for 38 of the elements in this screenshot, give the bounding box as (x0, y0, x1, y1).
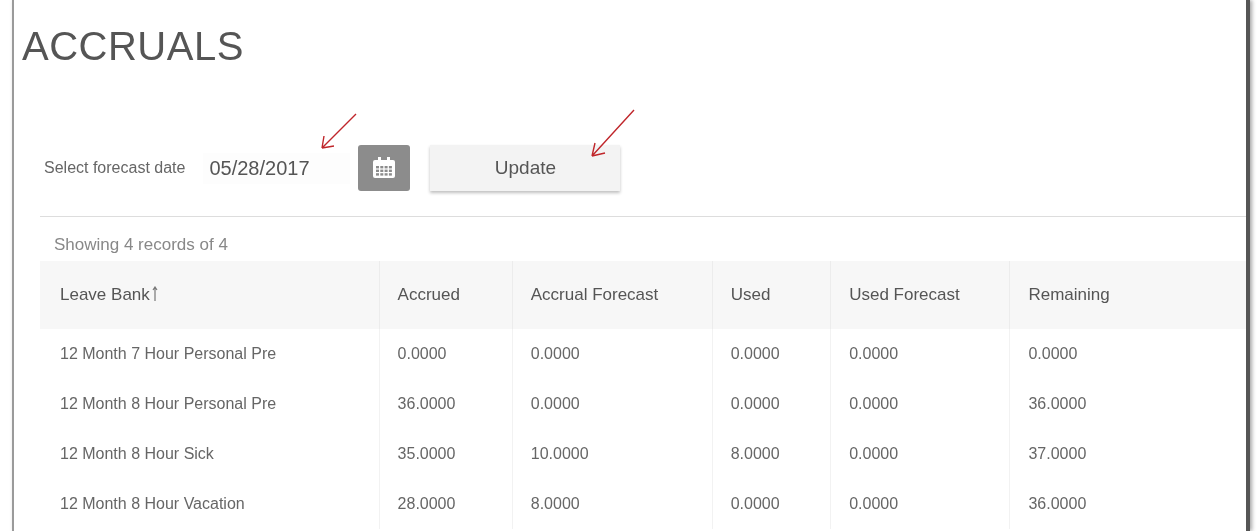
table-cell: 0.0000 (712, 479, 831, 529)
column-header[interactable]: Used Forecast (830, 261, 1010, 329)
table-cell: 0.0000 (512, 329, 713, 379)
page-title: ACCRUALS (22, 24, 245, 68)
table-cell: 0.0000 (712, 379, 831, 429)
calendar-button[interactable] (358, 145, 411, 191)
table-cell: 36.0000 (1009, 379, 1246, 429)
table-cell: 8.0000 (512, 479, 713, 529)
table-cell: 12 Month 7 Hour Personal Pre (40, 329, 380, 379)
table-cell: 0.0000 (379, 329, 513, 379)
column-header[interactable]: Remaining (1009, 261, 1246, 329)
table-cell: 0.0000 (830, 379, 1010, 429)
table-cell: 0.0000 (830, 329, 1010, 379)
annotation-arrow (588, 108, 636, 160)
table-cell: 35.0000 (379, 429, 513, 479)
table-cell: 28.0000 (379, 479, 513, 529)
column-header[interactable]: Accrual Forecast (512, 261, 713, 329)
annotation-arrow (318, 112, 358, 152)
table-cell: 12 Month 8 Hour Personal Pre (40, 379, 380, 429)
calendar-icon (372, 157, 397, 179)
column-header[interactable]: Accrued (379, 261, 513, 329)
table-cell: 0.0000 (712, 329, 831, 379)
column-header[interactable]: Used (712, 261, 831, 329)
table-cell: 10.0000 (512, 429, 713, 479)
table-cell: 0.0000 (512, 379, 713, 429)
table-cell: 8.0000 (712, 429, 831, 479)
table-cell: 12 Month 8 Hour Sick (40, 429, 380, 479)
table-cell: 0.0000 (1009, 329, 1246, 379)
table-cell: 36.0000 (1009, 479, 1246, 529)
table-cell: 36.0000 (379, 379, 513, 429)
update-button[interactable]: Update (430, 145, 621, 191)
field-label: Select forecast date (44, 159, 186, 177)
column-header[interactable]: Leave Bank (40, 261, 380, 329)
table-cell: 0.0000 (830, 479, 1010, 529)
record-count: Showing 4 records of 4 (54, 235, 229, 255)
table-cell: 12 Month 8 Hour Vacation (40, 479, 380, 529)
table-cell: 0.0000 (830, 429, 1010, 479)
table-cell: 37.0000 (1009, 429, 1246, 479)
